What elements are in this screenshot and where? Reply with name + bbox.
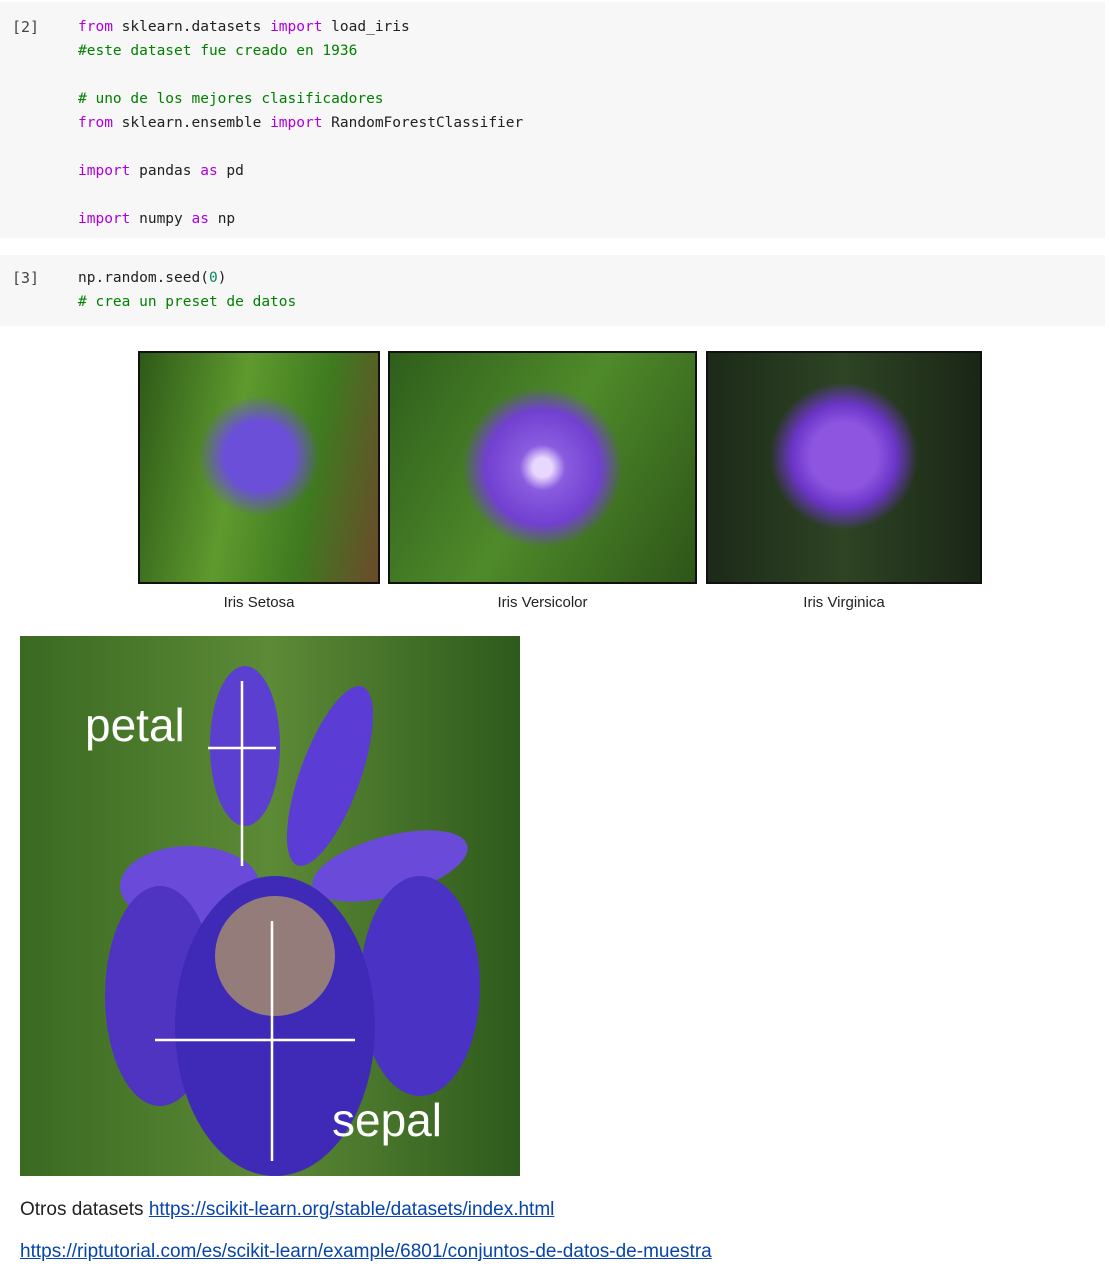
code-line: # crea un preset de datos [78, 290, 296, 314]
code-token: import [270, 19, 323, 35]
code-line: #este dataset fue creado en 1936 [78, 39, 523, 63]
scikit-learn-datasets-link[interactable]: https://scikit-learn.org/stable/datasets… [149, 1199, 555, 1220]
code-token: 0 [208, 270, 218, 286]
code-line: import pandas as pd [78, 159, 523, 183]
iris-diagram: petal sepal [20, 636, 520, 1176]
cell-prompt: [3] [12, 269, 40, 287]
code-token: RandomForestClassifier [322, 115, 524, 131]
code-line: from sklearn.ensemble import RandomFores… [78, 111, 523, 135]
code-line: import numpy as np [78, 207, 523, 231]
code-token: load_iris [322, 19, 410, 35]
cell-prompt: [2] [12, 18, 40, 36]
code-token: ) [217, 270, 227, 286]
other-datasets-label: Otros datasets [20, 1199, 149, 1220]
code-token: sklearn.ensemble [112, 115, 271, 131]
code-line: from sklearn.datasets import load_iris [78, 15, 523, 39]
iris-anatomy-image: petal sepal [20, 636, 520, 1176]
code-token: pandas [130, 163, 201, 179]
caption-versicolor: Iris Versicolor [497, 594, 588, 611]
caption-setosa: Iris Setosa [223, 594, 295, 611]
code-token: from [78, 115, 113, 131]
code-token: numpy [130, 211, 192, 227]
code-editor[interactable]: np.random.seed(0) # crea un preset de dat… [78, 266, 296, 314]
code-token: import [78, 211, 131, 227]
code-editor[interactable]: from sklearn.datasets import load_iris #e… [78, 15, 523, 231]
iris-setosa-photo [138, 351, 380, 584]
iris-virginica-photo [706, 351, 982, 584]
code-token: np [208, 211, 236, 227]
riptutorial-line: https://riptutorial.com/es/scikit-learn/… [20, 1241, 712, 1263]
code-cell-3[interactable]: [3] np.random.seed(0) # crea un preset de… [0, 255, 1105, 326]
iris-versicolor-photo [388, 351, 697, 584]
code-token: # uno de los mejores clasificadores [78, 91, 384, 107]
code-line: # uno de los mejores clasificadores [78, 87, 523, 111]
code-token: np.random.seed( [78, 270, 209, 286]
code-line: np.random.seed(0) [78, 266, 296, 290]
code-token: from [78, 19, 113, 35]
code-token: as [200, 163, 218, 179]
petal-label: petal [85, 699, 185, 751]
code-token: import [78, 163, 131, 179]
caption-virginica: Iris Virginica [803, 594, 885, 611]
code-token: import [270, 115, 323, 131]
code-token: # crea un preset de datos [78, 294, 297, 310]
petal-shape [210, 666, 280, 826]
code-token: #este dataset fue creado en 1936 [78, 43, 358, 59]
code-token: pd [217, 163, 244, 179]
code-cell-2[interactable]: [2] from sklearn.datasets import load_ir… [0, 2, 1105, 238]
sepal-label: sepal [332, 1094, 442, 1146]
code-token: sklearn.datasets [112, 19, 271, 35]
riptutorial-link[interactable]: https://riptutorial.com/es/scikit-learn/… [20, 1241, 712, 1262]
other-datasets-line: Otros datasets https://scikit-learn.org/… [20, 1199, 554, 1221]
code-token: as [191, 211, 209, 227]
